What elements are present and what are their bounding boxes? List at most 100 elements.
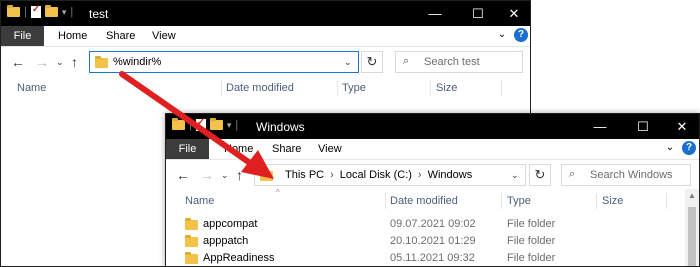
chevron-down-icon[interactable]: ▾ [227,120,232,131]
address-bar[interactable]: This PC › Local Disk (C:) › Windows ⌄ [254,164,526,186]
column-name[interactable]: Name [17,82,46,94]
search-icon: ⌕ [569,168,576,180]
tab-home[interactable]: Home [58,26,87,46]
list-item[interactable]: AppReadiness 05.11.2021 09:32 File folde… [166,250,699,266]
sort-ascending-icon: ^ [276,188,280,197]
quick-access-toolbar: | ▾ | [172,117,239,131]
title-bar[interactable]: | ▾ | test — ☐ ✕ [1,1,530,26]
address-bar[interactable]: %windir% ⌄ [89,51,359,73]
minimize-button[interactable]: — [416,1,454,26]
close-button[interactable]: ✕ [663,114,699,139]
scroll-up-icon[interactable]: ▲ [688,191,696,200]
maximize-button[interactable]: ☐ [624,114,662,139]
ribbon-tabs: File Home Share View ⌄ ? [1,26,530,46]
search-placeholder: Search test [424,56,480,68]
up-arrow-icon[interactable]: ↑ [71,54,78,70]
column-size[interactable]: Size [436,82,457,94]
tab-share[interactable]: Share [272,139,301,159]
refresh-icon[interactable]: ↻ [361,51,383,73]
tab-view[interactable]: View [152,26,176,46]
up-arrow-icon[interactable]: ↑ [236,167,243,183]
column-name[interactable]: Name [185,195,214,207]
tab-home[interactable]: Home [224,139,253,159]
tab-view[interactable]: View [318,139,342,159]
refresh-icon[interactable]: ↻ [529,164,551,186]
properties-icon[interactable] [195,117,206,131]
properties-icon[interactable] [30,4,41,18]
column-divider[interactable] [666,193,667,209]
file-name: AppReadiness [203,252,275,264]
scrollbar-thumb[interactable] [688,207,696,266]
list-item[interactable]: apppatch 20.10.2021 01:29 File folder [166,233,699,250]
quick-access-toolbar: | ▾ | [7,4,73,18]
close-button[interactable]: ✕ [495,1,530,26]
minimize-button[interactable]: — [581,114,619,139]
new-folder-icon[interactable] [44,5,58,17]
help-icon[interactable]: ? [682,141,696,155]
search-icon: ⌕ [403,55,410,67]
toolbar-separator: | [24,6,27,18]
address-history-icon[interactable]: ⌄ [511,170,519,181]
file-date: 09.07.2021 09:02 [390,218,476,230]
breadcrumb-this-pc[interactable]: This PC [285,169,324,181]
forward-arrow-icon[interactable]: → [200,167,214,183]
column-divider[interactable] [337,80,338,96]
tab-share[interactable]: Share [106,26,135,46]
maximize-button[interactable]: ☐ [459,1,497,26]
expand-ribbon-icon[interactable]: ⌄ [495,29,509,43]
folder-icon [185,252,198,264]
expand-ribbon-icon[interactable]: ⌄ [663,142,677,156]
chevron-right-icon[interactable]: › [418,169,422,181]
column-date-modified[interactable]: Date modified [390,195,458,207]
chevron-down-icon[interactable]: ▾ [62,7,67,18]
window-title: test [89,7,109,21]
address-history-icon[interactable]: ⌄ [344,57,352,68]
new-folder-icon[interactable] [209,118,223,130]
file-type: File folder [507,218,556,230]
forward-arrow-icon[interactable]: → [35,54,49,70]
search-placeholder: Search Windows [590,169,673,181]
column-type[interactable]: Type [342,82,366,94]
chevron-right-icon[interactable]: › [330,169,334,181]
breadcrumb: This PC › Local Disk (C:) › Windows [285,169,472,181]
ribbon-tabs: File Home Share View ⌄ ? [166,139,699,159]
file-date: 05.11.2021 09:32 [390,252,475,264]
column-date-modified[interactable]: Date modified [226,82,294,94]
breadcrumb-local-disk[interactable]: Local Disk (C:) [340,169,412,181]
back-arrow-icon[interactable]: ← [11,54,25,70]
back-arrow-icon[interactable]: ← [176,167,190,183]
column-type[interactable]: Type [507,195,531,207]
explorer-window-windows: | ▾ | Windows — ☐ ✕ File Home Share View… [165,113,700,267]
toolbar-separator: | [189,119,192,131]
column-divider[interactable] [501,193,502,209]
window-title: Windows [256,120,305,134]
file-type: File folder [507,252,556,264]
list-item[interactable]: appcompat 09.07.2021 09:02 File folder [166,216,699,233]
column-header: Name Date modified Type Size [1,76,530,100]
navigation-bar: ← → ⌄ ↑ This PC › Local Disk (C:) › Windows … [166,159,699,190]
search-box[interactable]: ⌕ Search Windows [561,164,691,186]
recent-locations-icon[interactable]: ⌄ [56,57,64,68]
address-input[interactable]: %windir% [113,56,161,68]
folder-icon [260,169,273,181]
title-bar[interactable]: | ▾ | Windows — ☐ ✕ [166,114,699,139]
column-divider[interactable] [385,193,386,209]
column-divider[interactable] [596,193,597,209]
tab-file[interactable]: File [166,139,209,159]
column-size[interactable]: Size [602,195,623,207]
search-box[interactable]: ⌕ Search test [395,51,523,73]
folder-icon [7,5,20,17]
folder-icon [95,56,108,68]
breadcrumb-windows[interactable]: Windows [428,169,473,181]
vertical-scrollbar[interactable]: ▲ [685,189,699,266]
folder-icon [185,218,198,230]
file-date: 20.10.2021 01:29 [390,235,476,247]
column-divider[interactable] [221,80,222,96]
recent-locations-icon[interactable]: ⌄ [221,170,229,181]
toolbar-separator: | [235,119,239,131]
tab-file[interactable]: File [1,26,44,46]
column-divider[interactable] [430,80,431,96]
column-divider[interactable] [501,80,502,96]
folder-icon [172,118,185,130]
help-icon[interactable]: ? [514,28,528,42]
